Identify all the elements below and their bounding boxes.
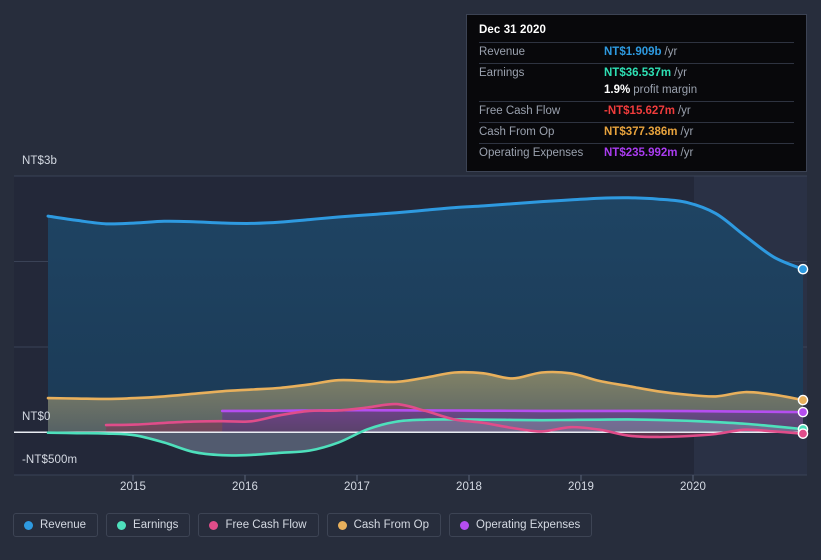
legend-color-dot-icon	[117, 520, 127, 530]
tooltip-row-value: NT$1.909b	[604, 46, 662, 58]
tooltip-row: Revenue NT$1.909b/yr	[479, 42, 794, 63]
tooltip-row-label: Earnings	[479, 67, 525, 79]
tooltip-row-value: NT$377.386m	[604, 126, 678, 138]
tooltip-row-value-wrap: NT$36.537m/yr	[604, 67, 687, 79]
tooltip-row-value-wrap: NT$1.909b/yr	[604, 46, 677, 58]
tooltip-row-unit: /yr	[674, 67, 687, 79]
x-axis-label-2018: 2018	[456, 481, 482, 493]
tooltip-row-label: Free Cash Flow	[479, 105, 561, 117]
tooltip-row: Earnings NT$36.537m/yr	[479, 63, 794, 84]
tooltip-row: 1.9% profit margin	[479, 84, 794, 101]
legend-item-operating-expenses[interactable]: Operating Expenses	[449, 513, 593, 537]
tooltip-row: Cash From Op NT$377.386m/yr	[479, 122, 794, 143]
tooltip-row-value: 1.9%	[604, 84, 631, 96]
tooltip-row-value-wrap: -NT$15.627m/yr	[604, 105, 691, 117]
legend-item-cash-from-op[interactable]: Cash From Op	[326, 513, 442, 537]
legend-item-free-cash-flow[interactable]: Free Cash Flow	[198, 513, 319, 537]
legend-item-label: Earnings	[133, 519, 179, 531]
tooltip-row-label: Revenue	[479, 46, 526, 58]
free-cash-flow-endpoint	[797, 428, 809, 439]
y-axis-label-zero: NT$0	[22, 411, 51, 423]
legend-item-label: Revenue	[40, 519, 87, 531]
legend-color-dot-icon	[24, 520, 33, 530]
y-axis-label-bottom: -NT$500m	[22, 454, 78, 466]
legend-color-dot-icon	[337, 520, 347, 530]
tooltip-row-value: -NT$15.627m	[604, 105, 675, 117]
tooltip-row-value-wrap: NT$377.386m/yr	[604, 126, 693, 138]
chart-tooltip: Dec 31 2020 Revenue NT$1.909b/yr Earnings N…	[466, 14, 807, 172]
chart-legend[interactable]: Revenue Earnings Free Cash Flow Cash From O…	[13, 513, 593, 537]
tooltip-row-label: Cash From Op	[479, 126, 555, 138]
y-axis-label-top: NT$3b	[22, 155, 58, 167]
x-axis-label-2020: 2020	[680, 481, 706, 493]
tooltip-row-unit: /yr	[680, 147, 694, 159]
tooltip-row-value-wrap: NT$235.992m/yr	[604, 147, 693, 159]
x-axis-label-2016: 2016	[232, 481, 258, 493]
legend-item-label: Free Cash Flow	[225, 519, 307, 531]
revenue-endpoint	[797, 263, 809, 275]
tooltip-row-unit: /yr	[677, 105, 691, 117]
tooltip-row-value: NT$235.992m	[604, 147, 678, 159]
tooltip-row: Operating Expenses NT$235.992m/yr	[479, 143, 794, 164]
tooltip-row-unit: /yr	[664, 46, 678, 58]
tooltip-row-value-wrap: 1.9% profit margin	[604, 84, 697, 96]
tooltip-row-value: NT$36.537m	[604, 67, 672, 79]
tooltip-row-unit: profit margin	[633, 84, 698, 96]
legend-color-dot-icon	[460, 520, 470, 530]
legend-item-revenue[interactable]: Revenue	[13, 513, 99, 537]
tooltip-row: Free Cash Flow -NT$15.627m/yr	[479, 101, 794, 122]
x-axis-label-2015: 2015	[120, 481, 146, 493]
x-axis-label-2017: 2017	[344, 481, 370, 493]
tooltip-row-unit: /yr	[680, 126, 694, 138]
legend-color-dot-icon	[209, 520, 219, 530]
legend-item-label: Cash From Op	[353, 519, 430, 531]
tooltip-date: Dec 31 2020	[479, 24, 546, 36]
tooltip-row-label: Operating Expenses	[479, 147, 584, 159]
operating-expenses-endpoint	[797, 406, 809, 418]
cash-from-op-endpoint	[797, 394, 809, 406]
legend-item-label: Operating Expenses	[476, 519, 581, 531]
x-axis-label-2019: 2019	[568, 481, 594, 493]
legend-item-earnings[interactable]: Earnings	[106, 513, 191, 537]
tooltip-rows: Revenue NT$1.909b/yr Earnings NT$36.537m/yr…	[479, 42, 794, 164]
